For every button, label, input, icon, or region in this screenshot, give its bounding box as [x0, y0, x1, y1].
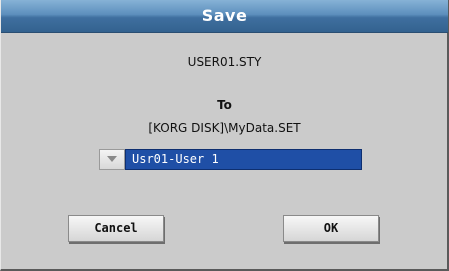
ok-button[interactable]: OK — [283, 215, 379, 242]
source-filename: USER01.STY — [187, 55, 262, 69]
destination-path: [KORG DISK]\MyData.SET — [148, 121, 301, 135]
chevron-down-icon[interactable] — [99, 149, 125, 170]
target-select[interactable]: Usr01-User 1 — [99, 149, 362, 170]
dialog-title: Save — [1, 0, 448, 33]
cancel-button[interactable]: Cancel — [68, 215, 164, 242]
save-dialog: Save USER01.STY To [KORG DISK]\MyData.SE… — [0, 0, 449, 271]
target-select-value[interactable]: Usr01-User 1 — [125, 149, 362, 170]
to-label: To — [217, 98, 232, 112]
